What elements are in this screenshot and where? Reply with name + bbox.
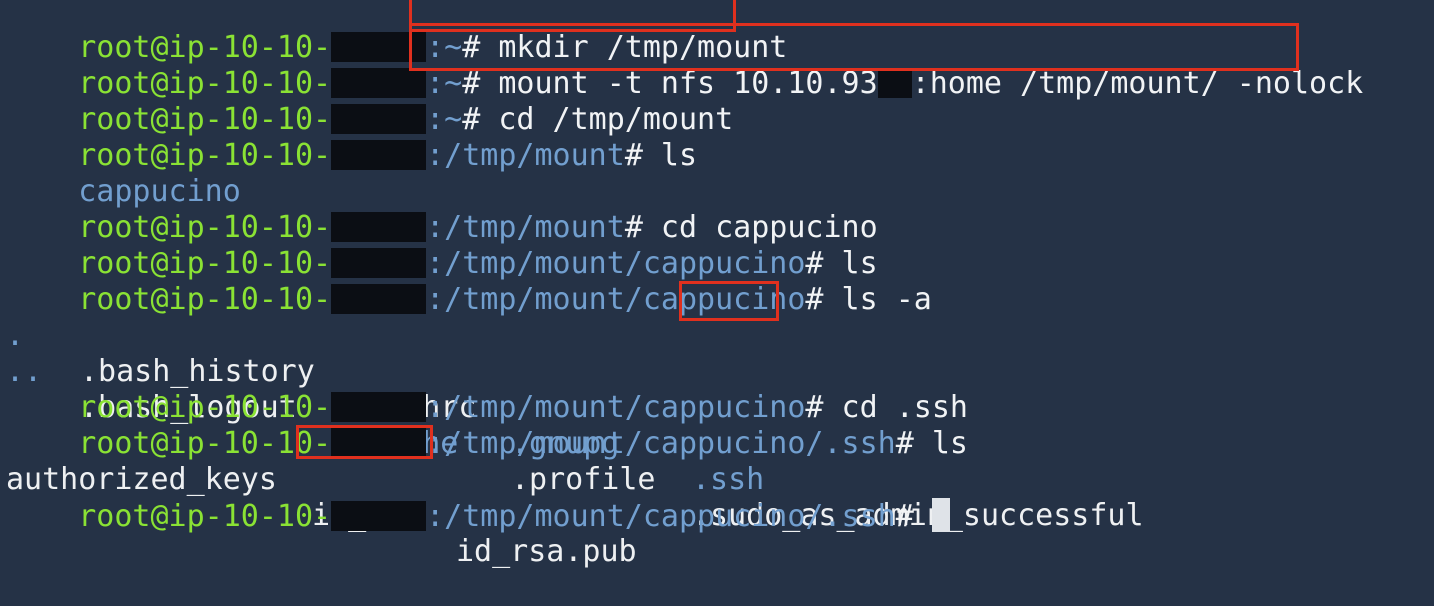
redacted-block bbox=[331, 501, 427, 531]
terminal-line: root@ip-10-10-:/tmp/mount# ls bbox=[6, 102, 697, 173]
prompt-hash: # bbox=[624, 138, 643, 173]
terminal-line[interactable]: root@ip-10-10- :/tmp/mount/cappucino/.ssh… bbox=[6, 462, 950, 534]
cursor[interactable] bbox=[931, 498, 950, 532]
terminal-line: root@ip-10-10-:/tmp/mount# cd cappucino bbox=[6, 174, 877, 245]
terminal-line: root@ip-10-10-:/tmp/mount/cappucino# ls bbox=[6, 210, 877, 281]
prompt-user: root@ip-10-10- bbox=[78, 499, 332, 534]
ls-output-row: authorized_keys id_rsa id_rsa.pub bbox=[6, 426, 1426, 569]
terminal-line: root@ip-10-10-:/tmp/mount/cappucino/.ssh… bbox=[6, 390, 968, 461]
redacted-block bbox=[331, 140, 427, 170]
file-entry: id_rsa.pub bbox=[456, 534, 637, 569]
highlight-box bbox=[409, 23, 1299, 71]
redacted-block bbox=[877, 68, 912, 98]
terminal-line: root@ip-10-10-:/tmp/mount/cappucino# ls … bbox=[6, 246, 932, 317]
highlight-box bbox=[679, 281, 779, 321]
terminal-output: cappucino bbox=[6, 138, 241, 209]
ls-output-row: .. .bash_logout .cache .profile .sudo_as… bbox=[6, 318, 1426, 533]
prompt-hash: # bbox=[895, 499, 914, 534]
command-text: :home /tmp/mount/ -nolock bbox=[911, 66, 1364, 101]
prompt-path: :/tmp/mount/cappucino/.ssh bbox=[426, 499, 896, 534]
prompt-path: :/tmp/mount bbox=[426, 138, 625, 173]
terminal-line: root@ip-10-10-:~# cd /tmp/mount bbox=[6, 66, 733, 137]
terminal-line: root@ip-10-10-:/tmp/mount/cappucino# cd … bbox=[6, 354, 968, 425]
command-text: ls bbox=[642, 138, 698, 173]
highlight-box bbox=[296, 425, 433, 459]
terminal-window[interactable]: root@ip-10-10-:~# mkdir /tmp/mount root@… bbox=[0, 0, 1434, 569]
